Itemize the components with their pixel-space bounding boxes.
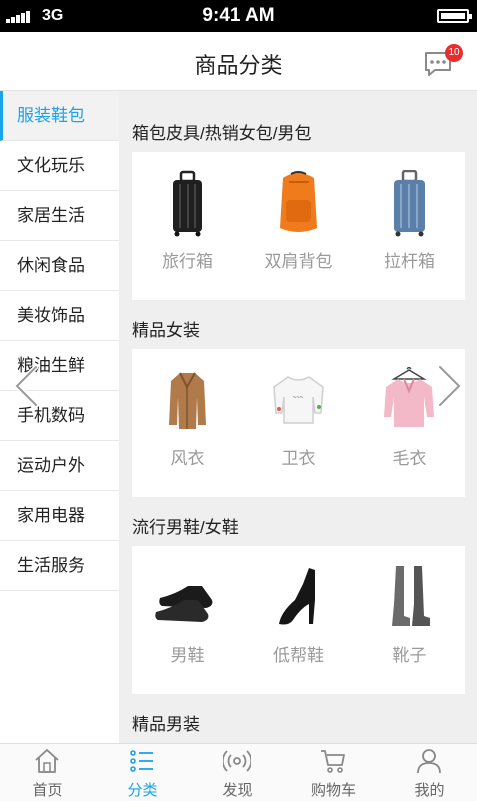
section-title-womens-wear: 精品女装 <box>132 321 200 340</box>
sidebar-item-services[interactable]: 生活服务 <box>0 541 119 591</box>
svg-text:~~~: ~~~ <box>293 395 304 401</box>
tab-profile[interactable]: 我的 <box>382 744 477 801</box>
section-card-womens-wear: 风衣 ~~~ 卫衣 毛衣 <box>132 349 465 497</box>
category-label: 卫衣 <box>281 449 316 468</box>
section-card-bags: 旅行箱 双肩背包 拉杆箱 <box>132 152 465 300</box>
category-label: 风衣 <box>170 449 205 468</box>
tab-discover[interactable]: 发现 <box>190 744 285 801</box>
category-item-trolley-case[interactable]: 拉杆箱 <box>354 152 465 300</box>
category-item-low-top-shoes[interactable]: 低帮鞋 <box>243 546 354 694</box>
sidebar-item-appliances[interactable]: 家用电器 <box>0 491 119 541</box>
clock: 9:41 AM <box>202 5 275 26</box>
trolley-case-icon <box>394 170 425 237</box>
category-label: 靴子 <box>392 646 427 665</box>
category-item-mens-shoes[interactable]: 男鞋 <box>132 546 243 694</box>
boots-icon <box>392 566 430 626</box>
sidebar-item-sports[interactable]: 运动户外 <box>0 441 119 491</box>
sidebar-item-snacks[interactable]: 休闲食品 <box>0 241 119 291</box>
sidebar-item-beauty[interactable]: 美妆饰品 <box>0 291 119 341</box>
message-badge: 10 <box>445 44 463 62</box>
home-icon <box>35 749 59 773</box>
suitcase-icon <box>173 170 202 237</box>
category-content: 箱包皮具/热销女包/男包 旅行箱 双肩背包 拉杆箱 精品女装 风衣 ~~~ 卫衣… <box>119 91 477 743</box>
sidebar-item-culture[interactable]: 文化玩乐 <box>0 141 119 191</box>
sidebar-item-clothing[interactable]: 服装鞋包 <box>0 91 119 141</box>
tab-cart[interactable]: 购物车 <box>286 744 381 801</box>
category-label: 男鞋 <box>170 646 205 665</box>
category-item-boots[interactable]: 靴子 <box>354 546 465 694</box>
section-title-shoes: 流行男鞋/女鞋 <box>132 518 239 537</box>
tab-label: 我的 <box>414 782 445 799</box>
battery-icon <box>437 9 472 23</box>
category-label: 拉杆箱 <box>384 252 435 271</box>
section-title-mens-wear: 精品男装 <box>132 715 200 734</box>
sidebar-item-home[interactable]: 家居生活 <box>0 191 119 241</box>
category-item-suitcase[interactable]: 旅行箱 <box>132 152 243 300</box>
chevron-left-icon[interactable] <box>12 365 40 407</box>
heels-icon <box>279 568 315 625</box>
tab-category[interactable]: 分类 <box>95 744 190 801</box>
chevron-right-icon[interactable] <box>436 365 464 407</box>
tab-label: 发现 <box>222 782 253 799</box>
status-bar: 3G 9:41 AM <box>0 0 477 32</box>
header: 商品分类 10 <box>0 32 477 91</box>
backpack-icon <box>280 171 317 232</box>
tab-home[interactable]: 首页 <box>0 744 95 801</box>
category-label: 双肩背包 <box>264 252 333 271</box>
tab-label: 购物车 <box>310 782 356 799</box>
shopping-cart-icon <box>321 750 345 773</box>
page-title: 商品分类 <box>194 53 283 78</box>
category-item-trench-coat[interactable]: 风衣 <box>132 349 243 497</box>
category-label: 毛衣 <box>392 449 427 468</box>
section-card-shoes: 男鞋 低帮鞋 靴子 <box>132 546 465 694</box>
category-item-sweatshirt[interactable]: ~~~ 卫衣 <box>243 349 354 497</box>
list-icon <box>130 750 153 772</box>
category-label: 低帮鞋 <box>273 646 324 665</box>
user-icon <box>417 749 441 774</box>
tab-label: 分类 <box>127 782 158 799</box>
tab-label: 首页 <box>32 782 63 799</box>
trench-coat-icon <box>169 372 206 429</box>
category-label: 旅行箱 <box>162 252 213 271</box>
mens-shoes-icon <box>155 586 213 622</box>
category-item-backpack[interactable]: 双肩背包 <box>243 152 354 300</box>
section-title-bags: 箱包皮具/热销女包/男包 <box>132 124 312 143</box>
bottom-tab-bar: 首页 分类 发现 购物车 我的 <box>0 743 477 801</box>
category-sidebar: 服装鞋包 文化玩乐 家居生活 休闲食品 美妆饰品 粮油生鲜 手机数码 运动户外 … <box>0 91 119 743</box>
sweatshirt-icon: ~~~ <box>273 376 324 424</box>
broadcast-icon <box>223 750 251 772</box>
